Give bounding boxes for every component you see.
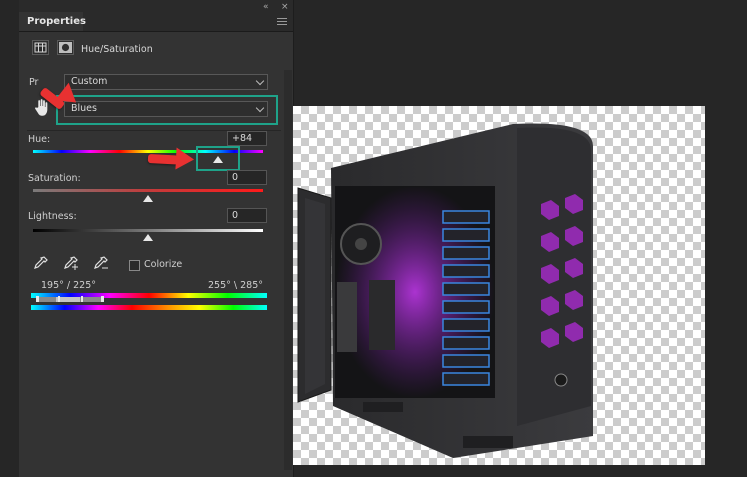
adjustment-layer-icon[interactable] [32,40,49,55]
hue-value-field[interactable]: +84 [227,131,267,146]
range-handle-inner-left[interactable] [58,296,60,302]
eyedropper-minus-icon[interactable] [93,255,109,271]
properties-panel: Properties « × Hue/Saturation Pr Custom … [19,0,294,477]
saturation-label: Saturation: [28,173,81,184]
chevron-down-icon [255,76,265,86]
panel-menu-icon[interactable] [277,18,287,27]
adjustment-title: Hue/Saturation [81,44,153,55]
image-canvas[interactable] [293,106,705,465]
preset-dropdown[interactable]: Custom [64,74,268,90]
lightness-slider-track[interactable] [33,229,263,232]
range-handle-left[interactable] [36,296,39,302]
colorize-checkbox[interactable] [129,260,140,271]
hue-highlight-box [196,146,240,171]
annotation-arrow-hue [147,154,179,165]
range-right-values: 255° \ 285° [208,280,264,291]
range-selector[interactable] [36,297,104,302]
lightness-label: Lightness: [28,211,77,222]
saturation-value-field[interactable]: 0 [227,170,267,185]
pc-case-image [297,123,593,458]
adjustment-header: Hue/Saturation [19,36,293,64]
preset-label: Pr [29,77,39,88]
eyedropper-plus-icon[interactable] [63,255,79,271]
saturation-slider-thumb[interactable] [143,195,153,202]
mask-icon[interactable] [57,40,74,55]
colorize-label: Colorize [144,259,183,270]
panel-tab-bar: Properties « × [19,0,293,32]
collapse-icon[interactable]: « [263,2,269,12]
hue-label: Hue: [28,134,51,145]
saturation-slider-track[interactable] [33,189,263,192]
range-left-values: 195° / 225° [41,280,97,291]
channel-highlight-box [56,95,278,125]
preset-value: Custom [71,76,108,87]
tab-properties[interactable]: Properties [19,12,86,31]
close-icon[interactable]: × [281,2,289,12]
lightness-value-field[interactable]: 0 [227,208,267,223]
range-handle-right[interactable] [101,296,104,302]
panel-scrollbar[interactable] [284,70,292,470]
range-handle-inner-right[interactable] [81,296,83,302]
annotation-arrow-hue-head [175,147,195,171]
lightness-slider-thumb[interactable] [143,234,153,241]
eyedropper-icon[interactable] [33,255,49,271]
output-color-bar [31,305,267,310]
